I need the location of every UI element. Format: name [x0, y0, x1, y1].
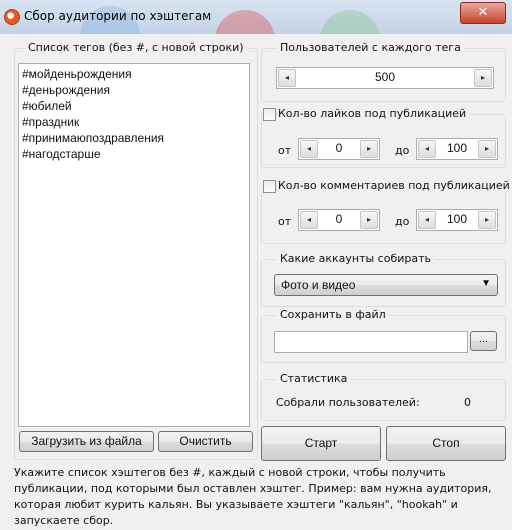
decrement-arrow-icon[interactable]: ◂ [300, 211, 318, 229]
likes-filter-checkbox[interactable] [263, 108, 276, 121]
tag-line: #деньрождения [22, 83, 110, 97]
comments-filter-label: Кол-во комментариев под публикацией [278, 179, 512, 192]
comments-from-stepper[interactable]: ◂ 0 ▸ [298, 209, 380, 231]
likes-to-stepper[interactable]: ◂ 100 ▸ [416, 138, 498, 160]
increment-arrow-icon[interactable]: ▸ [474, 69, 492, 87]
tag-line: #мойденьрождения [22, 67, 132, 81]
increment-arrow-icon[interactable]: ▸ [360, 140, 378, 158]
title-bar-decoration [215, 10, 275, 34]
collected-users-value: 0 [464, 396, 471, 409]
window-title: Сбор аудитории по хэштегам [24, 9, 212, 23]
chevron-down-icon: ▼ [481, 278, 491, 289]
save-file-legend: Сохранить в файл [277, 308, 389, 321]
tags-group-legend: Список тегов (без #, с новой строки) [25, 41, 247, 54]
users-per-tag-value: 500 [374, 70, 396, 84]
close-icon: ✕ [477, 5, 489, 20]
increment-arrow-icon[interactable]: ▸ [478, 140, 496, 158]
increment-arrow-icon[interactable]: ▸ [478, 211, 496, 229]
tag-line: #принимаюпоздравления [22, 131, 165, 145]
tag-line: #нагодстарше [22, 147, 101, 161]
accounts-select[interactable]: Фото и видео ▼ [274, 274, 498, 296]
comments-from-value: 0 [335, 212, 343, 226]
help-text: Укажите список хэштегов без #, каждый с … [14, 466, 492, 527]
comments-to-value: 100 [446, 212, 468, 226]
likes-to-value: 100 [446, 141, 468, 155]
collected-users-label: Собрали пользователей: [276, 396, 420, 409]
decrement-arrow-icon[interactable]: ◂ [418, 211, 436, 229]
stop-button[interactable]: Стоп [386, 426, 506, 461]
comments-filter-checkbox[interactable] [263, 180, 276, 193]
users-per-tag-legend: Пользователей с каждого тега [277, 41, 464, 54]
start-button[interactable]: Старт [261, 426, 381, 461]
title-bar-decoration [320, 10, 380, 34]
load-from-file-button[interactable]: Загрузить из файла [19, 431, 154, 452]
decrement-arrow-icon[interactable]: ◂ [300, 140, 318, 158]
statistics-legend: Статистика [277, 372, 351, 385]
likes-filter-label: Кол-во лайков под публикацией [278, 107, 470, 120]
app-icon [4, 9, 20, 25]
likes-from-label: от [278, 144, 292, 157]
users-per-tag-stepper[interactable]: ◂ 500 ▸ [276, 67, 494, 89]
save-file-path-input[interactable] [274, 331, 468, 353]
likes-to-label: до [395, 144, 410, 157]
browse-button[interactable]: ... [470, 331, 497, 351]
likes-from-stepper[interactable]: ◂ 0 ▸ [298, 138, 380, 160]
comments-to-stepper[interactable]: ◂ 100 ▸ [416, 209, 498, 231]
tags-textarea[interactable]: #мойденьрождения #деньрождения #юбилей #пра… [18, 63, 250, 427]
accounts-selected-value: Фото и видео [281, 278, 356, 292]
decrement-arrow-icon[interactable]: ◂ [418, 140, 436, 158]
clear-button[interactable]: Очистить [158, 431, 253, 452]
title-bar: Сбор аудитории по хэштегам ✕ [0, 0, 512, 34]
comments-to-label: до [395, 215, 410, 228]
decrement-arrow-icon[interactable]: ◂ [278, 69, 296, 87]
accounts-legend: Какие аккаунты собирать [277, 252, 434, 265]
comments-from-label: от [278, 215, 292, 228]
tag-line: #праздник [22, 115, 80, 129]
tag-line: #юбилей [22, 99, 72, 113]
client-area: Список тегов (без #, с новой строки) #мо… [6, 34, 512, 527]
increment-arrow-icon[interactable]: ▸ [360, 211, 378, 229]
close-button[interactable]: ✕ [460, 2, 506, 24]
likes-from-value: 0 [335, 141, 343, 155]
